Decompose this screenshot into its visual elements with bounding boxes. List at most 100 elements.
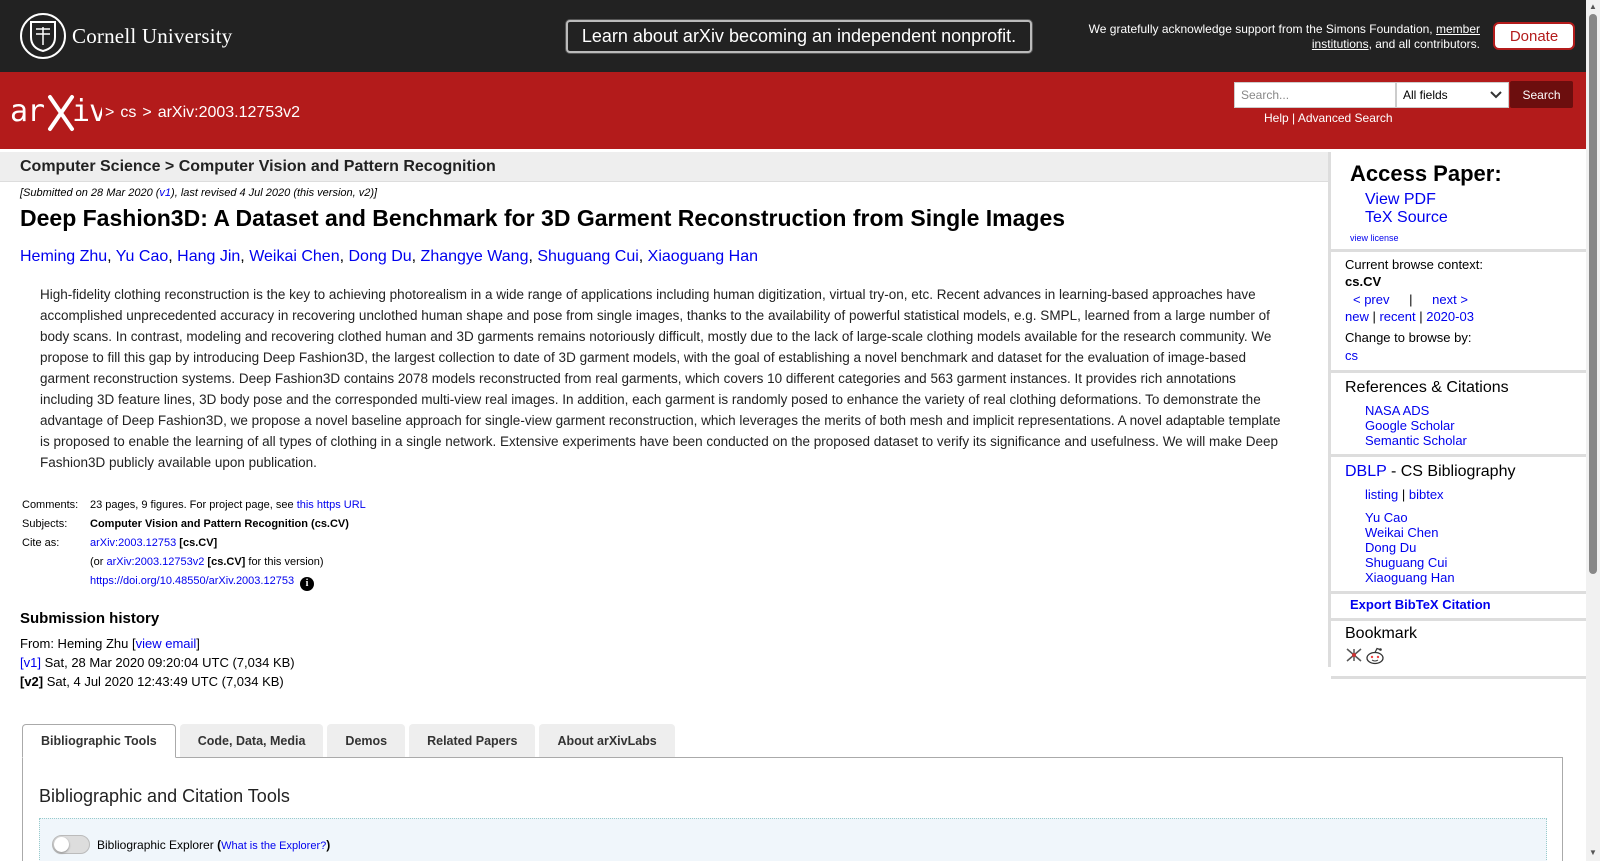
references-heading: References & Citations — [1345, 379, 1509, 396]
search-button[interactable]: Search — [1510, 81, 1573, 108]
history-v2: [v2] Sat, 4 Jul 2020 12:43:49 UTC (7,034… — [20, 672, 295, 691]
empty-cell — [20, 572, 88, 594]
author-link[interactable]: Hang Jin — [177, 248, 240, 265]
browse-context-section: Current browse context: cs.CV < prev | n… — [1331, 252, 1586, 373]
page-scrollbar[interactable]: ▲ ▼ — [1586, 0, 1600, 861]
browse-lists: new | recent | 2020-03 — [1345, 309, 1474, 324]
tab-bibliographic-tools[interactable]: Bibliographic Tools — [22, 724, 176, 758]
donate-button[interactable]: Donate — [1493, 22, 1575, 50]
bookmark-icons — [1345, 647, 1586, 670]
cite-version-link[interactable]: arXiv:2003.12753v2 — [107, 556, 205, 568]
recent-link[interactable]: recent — [1379, 309, 1415, 324]
author-link[interactable]: Heming Zhu — [20, 248, 107, 265]
author-list: Heming Zhu, Yu Cao, Hang Jin, Weikai Che… — [20, 248, 758, 265]
view-email-link[interactable]: view email — [136, 636, 197, 651]
cite-version-suffix: for this version) — [245, 556, 324, 568]
tab-demos[interactable]: Demos — [327, 724, 406, 757]
arxiv-logo[interactable]: ar iv — [10, 91, 107, 144]
browse-nav: < prev | next > — [1345, 291, 1586, 308]
nasa-ads-link[interactable]: NASA ADS — [1365, 403, 1586, 418]
change-browse-label: Change to browse by: — [1345, 330, 1472, 345]
view-license-link[interactable]: view license — [1345, 233, 1586, 243]
author-link[interactable]: Zhangye Wang — [421, 248, 529, 265]
browse-cs-link[interactable]: cs — [1345, 347, 1586, 364]
doi-link[interactable]: https://doi.org/10.48550/arXiv.2003.1275… — [90, 575, 294, 587]
tab-code-data-media[interactable]: Code, Data, Media — [179, 724, 324, 757]
dblp-author-link[interactable]: Yu Cao — [1365, 510, 1586, 525]
google-scholar-link[interactable]: Google Scholar — [1365, 418, 1586, 433]
tab-about-arxivlabs[interactable]: About arXivLabs — [539, 724, 675, 757]
author-link[interactable]: Shuguang Cui — [537, 248, 638, 265]
abstract: High-fidelity clothing reconstruction is… — [40, 287, 1281, 470]
cite-value: arXiv:2003.12753 [cs.CV] — [88, 534, 368, 553]
dblp-section: DBLP - CS Bibliography listing | bibtex … — [1331, 463, 1586, 594]
scroll-down-icon[interactable]: ▼ — [1589, 848, 1597, 857]
what-is-explorer-link[interactable]: What is the Explorer? — [221, 840, 326, 852]
access-links: View PDF TeX Source — [1345, 191, 1586, 227]
history-v2-text: Sat, 4 Jul 2020 12:43:49 UTC (7,034 KB) — [43, 674, 284, 689]
cite-label: Cite as: — [22, 537, 60, 549]
history-v1-link[interactable]: [v1] — [20, 655, 41, 670]
browse-context-value: cs.CV — [1345, 274, 1382, 289]
cite-id-link[interactable]: arXiv:2003.12753 — [90, 537, 176, 549]
comments-label: Comments: — [22, 499, 79, 511]
cornell-logo[interactable]: Cornell University — [20, 13, 233, 59]
comments-value: 23 pages, 9 figures. For project page, s… — [88, 496, 368, 515]
chevron-down-icon — [1490, 88, 1502, 102]
bibtex-link[interactable]: bibtex — [1409, 487, 1444, 502]
explorer-label: Bibliographic Explorer (What is the Expl… — [97, 838, 331, 852]
submission-dateline: [Submitted on 28 Mar 2020 (v1), last rev… — [20, 187, 377, 199]
tab-related-papers[interactable]: Related Papers — [409, 724, 536, 757]
search-field-select[interactable]: All fields — [1396, 82, 1509, 108]
support-prefix: We gratefully acknowledge support from t… — [1088, 22, 1433, 36]
submission-history: From: Heming Zhu [view email] [v1] Sat, … — [20, 634, 295, 691]
breadcrumb-cs[interactable]: cs — [120, 104, 136, 122]
author-link[interactable]: Weikai Chen — [249, 248, 339, 265]
cornell-seal-icon — [20, 13, 66, 59]
dateline-v1-link[interactable]: v1 — [159, 187, 171, 199]
labs-tabs: Bibliographic Tools Code, Data, Media De… — [22, 724, 675, 758]
institution-name: Cornell University — [72, 23, 233, 48]
scroll-thumb[interactable] — [1589, 14, 1597, 574]
breadcrumb-sep: > — [142, 104, 152, 121]
search-input[interactable]: Search... — [1234, 82, 1396, 108]
reddit-icon[interactable] — [1365, 647, 1385, 670]
bibsonomy-icon[interactable] — [1345, 647, 1363, 670]
export-bibtex-link[interactable]: Export BibTeX Citation — [1345, 597, 1491, 612]
sidebar: Access Paper: View PDF TeX Source view l… — [1328, 152, 1586, 679]
view-pdf-link[interactable]: View PDF — [1365, 191, 1586, 209]
dblp-link[interactable]: DBLP — [1345, 463, 1387, 480]
dblp-author-link[interactable]: Shuguang Cui — [1365, 555, 1586, 570]
dblp-author-link[interactable]: Xiaoguang Han — [1365, 570, 1586, 585]
prev-link[interactable]: < prev — [1353, 292, 1390, 307]
svg-text:ar: ar — [10, 94, 44, 129]
dateline-prefix: [Submitted on 28 Mar 2020 ( — [20, 187, 160, 199]
help-link[interactable]: Help — [1264, 111, 1289, 125]
paper-title: Deep Fashion3D: A Dataset and Benchmark … — [20, 205, 1066, 231]
new-link[interactable]: new — [1345, 309, 1369, 324]
history-v1-text: Sat, 28 Mar 2020 09:20:04 UTC (7,034 KB) — [40, 655, 295, 670]
author-link[interactable]: Xiaoguang Han — [648, 248, 758, 265]
nav-separator: | — [1409, 292, 1413, 307]
cite-row: Cite as: arXiv:2003.12753 [cs.CV] — [20, 534, 368, 553]
scroll-up-icon[interactable]: ▲ — [1589, 2, 1597, 11]
project-page-link[interactable]: this https URL — [297, 499, 366, 511]
help-links: Help | Advanced Search — [1264, 111, 1393, 125]
author-link[interactable]: Dong Du — [349, 248, 412, 265]
doi-value: https://doi.org/10.48550/arXiv.2003.1275… — [88, 572, 368, 594]
semantic-scholar-link[interactable]: Semantic Scholar — [1365, 433, 1586, 448]
advanced-search-link[interactable]: Advanced Search — [1298, 111, 1393, 125]
info-icon[interactable]: i — [300, 576, 315, 591]
subject-heading: Computer Science > Computer Vision and P… — [0, 152, 1328, 182]
tex-source-link[interactable]: TeX Source — [1365, 209, 1586, 227]
next-link[interactable]: next > — [1432, 292, 1468, 307]
date-link[interactable]: 2020-03 — [1426, 309, 1474, 324]
dblp-author-link[interactable]: Weikai Chen — [1365, 525, 1586, 540]
explorer-toggle[interactable] — [52, 835, 90, 854]
dblp-author-link[interactable]: Dong Du — [1365, 540, 1586, 555]
nonprofit-banner-button[interactable]: Learn about arXiv becoming an independen… — [566, 20, 1032, 53]
listing-link[interactable]: listing — [1365, 487, 1398, 502]
history-from-prefix: From: Heming Zhu [ — [20, 636, 136, 651]
references-list: NASA ADS Google Scholar Semantic Scholar — [1345, 403, 1586, 448]
author-link[interactable]: Yu Cao — [116, 248, 168, 265]
